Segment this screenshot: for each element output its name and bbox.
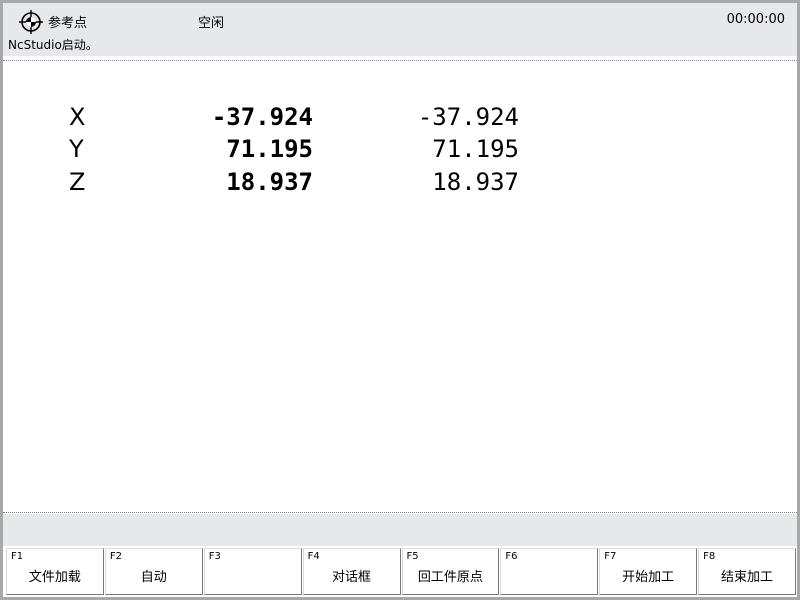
function-key-bar: F1 文件加载 F2 自动 F3 F4 对话框 F5 回工件原点 F6 F7 开…: [6, 548, 796, 595]
function-key-label: 开始加工: [622, 570, 675, 585]
function-key-number: F3: [208, 551, 221, 562]
machine-state: 空闲: [198, 16, 225, 31]
status-bar: 参考点 空闲 00:00:00 NcStudio启动。: [3, 3, 797, 56]
ncstudio-window: 参考点 空闲 00:00:00 NcStudio启动。 X -37.924 -3…: [3, 3, 797, 597]
f7-start-machining-button[interactable]: F7 开始加工: [599, 548, 698, 595]
f8-end-machining-button[interactable]: F8 结束加工: [698, 548, 796, 595]
axis-label: Y: [69, 135, 84, 163]
function-key-number: F7: [604, 551, 617, 562]
coordinate-row-z: Z 18.937 18.937: [3, 168, 797, 200]
status-message: NcStudio启动。: [8, 38, 98, 52]
function-key-label: 结束加工: [721, 570, 774, 585]
function-key-number: F1: [11, 551, 24, 562]
f3-button[interactable]: F3: [203, 548, 302, 595]
function-key-label: 文件加载: [28, 570, 81, 585]
function-key-label: 自动: [140, 570, 167, 585]
f5-return-origin-button[interactable]: F5 回工件原点: [401, 548, 500, 595]
axis-label: X: [69, 103, 86, 131]
function-key-number: F4: [307, 551, 320, 562]
work-coordinate: 71.195: [432, 135, 519, 163]
f1-load-file-button[interactable]: F1 文件加载: [6, 548, 104, 595]
coordinate-row-y: Y 71.195 71.195: [3, 135, 797, 167]
reference-point-icon: [19, 10, 43, 34]
function-key-number: F8: [703, 551, 716, 562]
function-key-label: 回工件原点: [417, 570, 483, 585]
command-strip: [3, 514, 797, 546]
coordinate-display: X -37.924 -37.924 Y 71.195 71.195 Z 18.9…: [3, 60, 797, 513]
function-key-label: 对话框: [332, 570, 372, 585]
reference-point-label: 参考点: [48, 16, 88, 31]
axis-label: Z: [69, 168, 86, 196]
function-key-number: F2: [109, 551, 122, 562]
f2-auto-button[interactable]: F2 自动: [104, 548, 203, 595]
machine-coordinate: 71.195: [226, 135, 313, 163]
f4-dialog-button[interactable]: F4 对话框: [302, 548, 401, 595]
coordinate-row-x: X -37.924 -37.924: [3, 103, 797, 135]
work-coordinate: 18.937: [432, 168, 519, 196]
function-key-number: F5: [406, 551, 419, 562]
work-coordinate: -37.924: [417, 103, 519, 131]
machine-coordinate: 18.937: [226, 168, 313, 196]
machine-coordinate: -37.924: [211, 103, 313, 131]
elapsed-timer: 00:00:00: [726, 12, 785, 27]
f6-button[interactable]: F6: [500, 548, 599, 595]
function-key-number: F6: [505, 551, 518, 562]
